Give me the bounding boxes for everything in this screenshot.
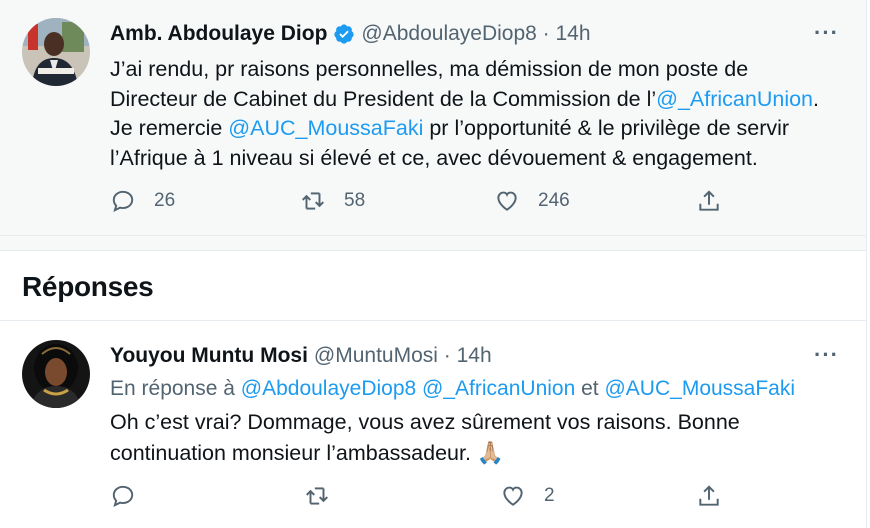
author-name[interactable]: Amb. Abdoulaye Diop <box>110 22 327 46</box>
and-word: et <box>581 377 605 400</box>
tweet-line: Je remercie @AUC_MoussaFaki pr l’opportu… <box>110 114 819 144</box>
heart-icon <box>497 191 517 211</box>
mention-link[interactable]: @AbdoulayeDiop8 <box>241 377 416 400</box>
mention-link[interactable]: @_AfricanUnion <box>422 377 575 400</box>
share-icon <box>699 485 719 506</box>
reply-to-line: En réponse à @AbdoulayeDiop8 @_AfricanUn… <box>110 377 795 401</box>
author-handle-time[interactable]: @AbdoulayeDiop8 · 14h <box>361 22 590 46</box>
mention-link[interactable]: @_AfricanUnion <box>656 87 813 111</box>
reply-icon <box>112 485 134 508</box>
mention-link[interactable]: @AUC_MoussaFaki <box>604 377 795 400</box>
avatar[interactable] <box>22 340 90 408</box>
replies-title: Réponses <box>22 271 154 302</box>
reply-tweet[interactable]: Youyou Muntu Mosi @MuntuMosi · 14h ··· E… <box>0 322 866 528</box>
like-button[interactable]: 246 <box>494 188 570 214</box>
author-handle-time[interactable]: @MuntuMosi · 14h <box>314 344 492 368</box>
reply-prefix: En réponse à <box>110 377 241 400</box>
share-icon <box>699 190 719 211</box>
text-span: continuation monsieur l’ambassadeur. <box>110 440 477 465</box>
tweet-line: l’Afrique à 1 niveau si élevé et ce, ave… <box>110 145 758 170</box>
tweet-line: continuation monsieur l’ambassadeur. 🙏🏼 <box>110 438 740 469</box>
retweet-icon <box>302 192 324 210</box>
more-options-button[interactable]: ··· <box>814 342 839 368</box>
author-name[interactable]: Youyou Muntu Mosi <box>110 344 308 368</box>
more-options-button[interactable]: ··· <box>814 20 839 46</box>
retweet-button[interactable]: 58 <box>300 188 365 214</box>
text-span: pr l’opportunité & le privilège de servi… <box>423 116 790 140</box>
share-button[interactable] <box>696 188 722 214</box>
reply-button[interactable] <box>110 483 136 509</box>
tweet-line: J’ai rendu, pr raisons personnelles, ma … <box>110 57 749 81</box>
like-count: 246 <box>538 190 570 211</box>
verified-badge-icon <box>333 23 355 45</box>
author-line: Amb. Abdoulaye Diop @AbdoulayeDiop8 · 14… <box>110 22 591 46</box>
retweet-icon <box>306 487 328 505</box>
tweet-line: Oh c’est vrai? Dommage, vous avez sûreme… <box>110 410 740 434</box>
reply-icon <box>112 190 134 213</box>
replies-header: Réponses <box>0 251 866 321</box>
text-span: Je remercie <box>110 116 229 140</box>
author-line: Youyou Muntu Mosi @MuntuMosi · 14h <box>110 344 492 368</box>
text-span: Directeur de Cabinet du President de la … <box>110 86 657 111</box>
tweet-line: Directeur de Cabinet du President de la … <box>110 85 819 115</box>
mention-link[interactable]: @AUC_MoussaFaki <box>228 116 423 140</box>
share-button[interactable] <box>696 483 722 509</box>
like-count: 2 <box>544 485 555 506</box>
tweet-text: J’ai rendu, pr raisons personnelles, ma … <box>110 55 819 173</box>
main-tweet[interactable]: Amb. Abdoulaye Diop @AbdoulayeDiop8 · 14… <box>0 0 866 236</box>
tweet-text: Oh c’est vrai? Dommage, vous avez sûreme… <box>110 408 740 468</box>
heart-icon <box>503 486 523 506</box>
retweet-count: 58 <box>344 190 366 211</box>
avatar[interactable] <box>22 18 90 86</box>
praying-hands-emoji: 🙏🏼 <box>476 439 505 465</box>
scroll-edge <box>866 0 870 528</box>
section-gap <box>0 236 866 250</box>
text-span: . <box>813 86 819 111</box>
retweet-button[interactable] <box>304 483 330 509</box>
reply-button[interactable]: 26 <box>110 188 175 214</box>
reply-count: 26 <box>154 190 176 211</box>
like-button[interactable]: 2 <box>500 483 555 509</box>
